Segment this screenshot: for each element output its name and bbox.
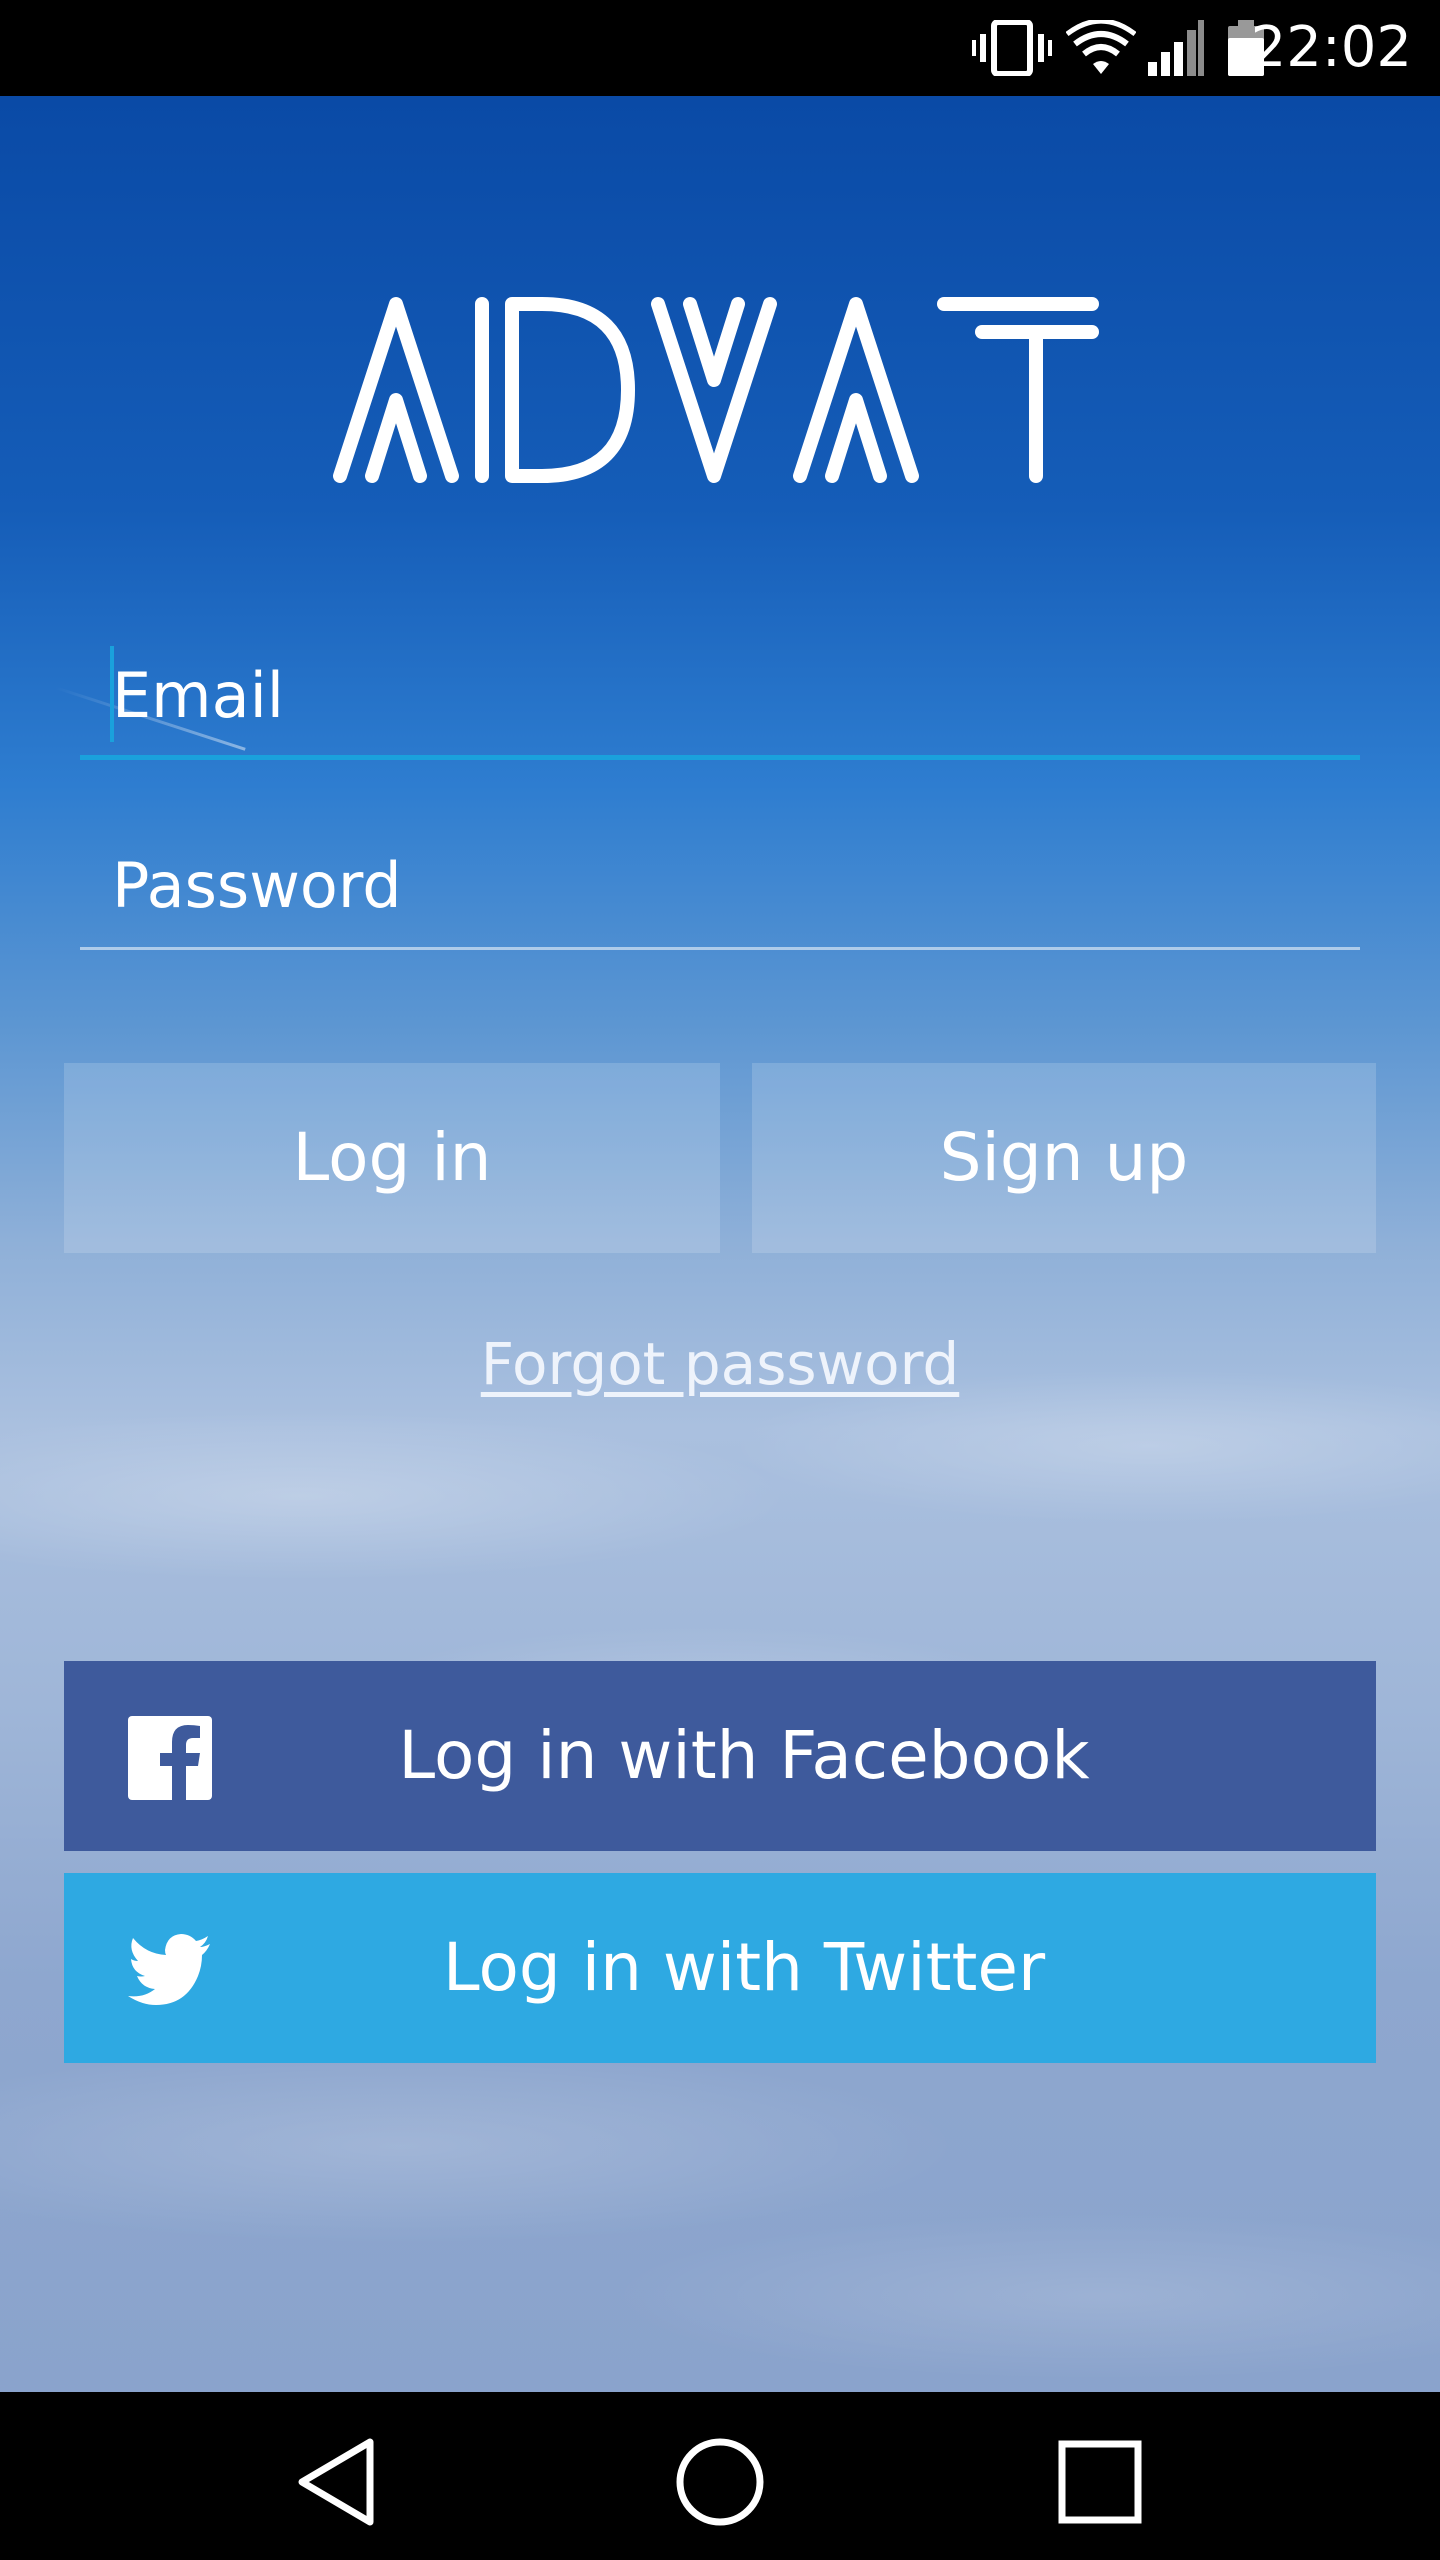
navigation-bar	[0, 2392, 1440, 2560]
forgot-password-link[interactable]: Forgot password	[0, 1330, 1440, 1398]
recents-icon[interactable]	[1052, 2434, 1148, 2530]
password-field-container	[80, 830, 1360, 950]
back-icon[interactable]	[292, 2434, 388, 2530]
email-field-container	[80, 640, 1360, 760]
status-time: 22:02	[1250, 15, 1412, 80]
text-cursor	[110, 646, 114, 742]
home-icon[interactable]	[672, 2434, 768, 2530]
signup-button[interactable]: Sign up	[752, 1063, 1376, 1253]
login-screen: 22:02 Log in Sign up Forgot passw	[0, 0, 1440, 2560]
facebook-login-label: Log in with Facebook	[398, 1717, 1090, 1794]
twitter-login-label: Log in with Twitter	[442, 1929, 1046, 2006]
email-field[interactable]	[80, 640, 1360, 750]
status-bar: 22:02	[0, 0, 1440, 96]
vibrate-icon	[972, 20, 1052, 76]
password-field[interactable]	[80, 830, 1360, 940]
email-underline	[80, 755, 1360, 760]
signal-icon	[1148, 20, 1204, 76]
twitter-login-button[interactable]: Log in with Twitter	[64, 1873, 1376, 2063]
login-button[interactable]: Log in	[64, 1063, 720, 1253]
app-logo	[333, 297, 1099, 483]
facebook-login-button[interactable]: Log in with Facebook	[64, 1661, 1376, 1851]
wifi-icon	[1066, 20, 1136, 74]
password-underline	[80, 947, 1360, 950]
